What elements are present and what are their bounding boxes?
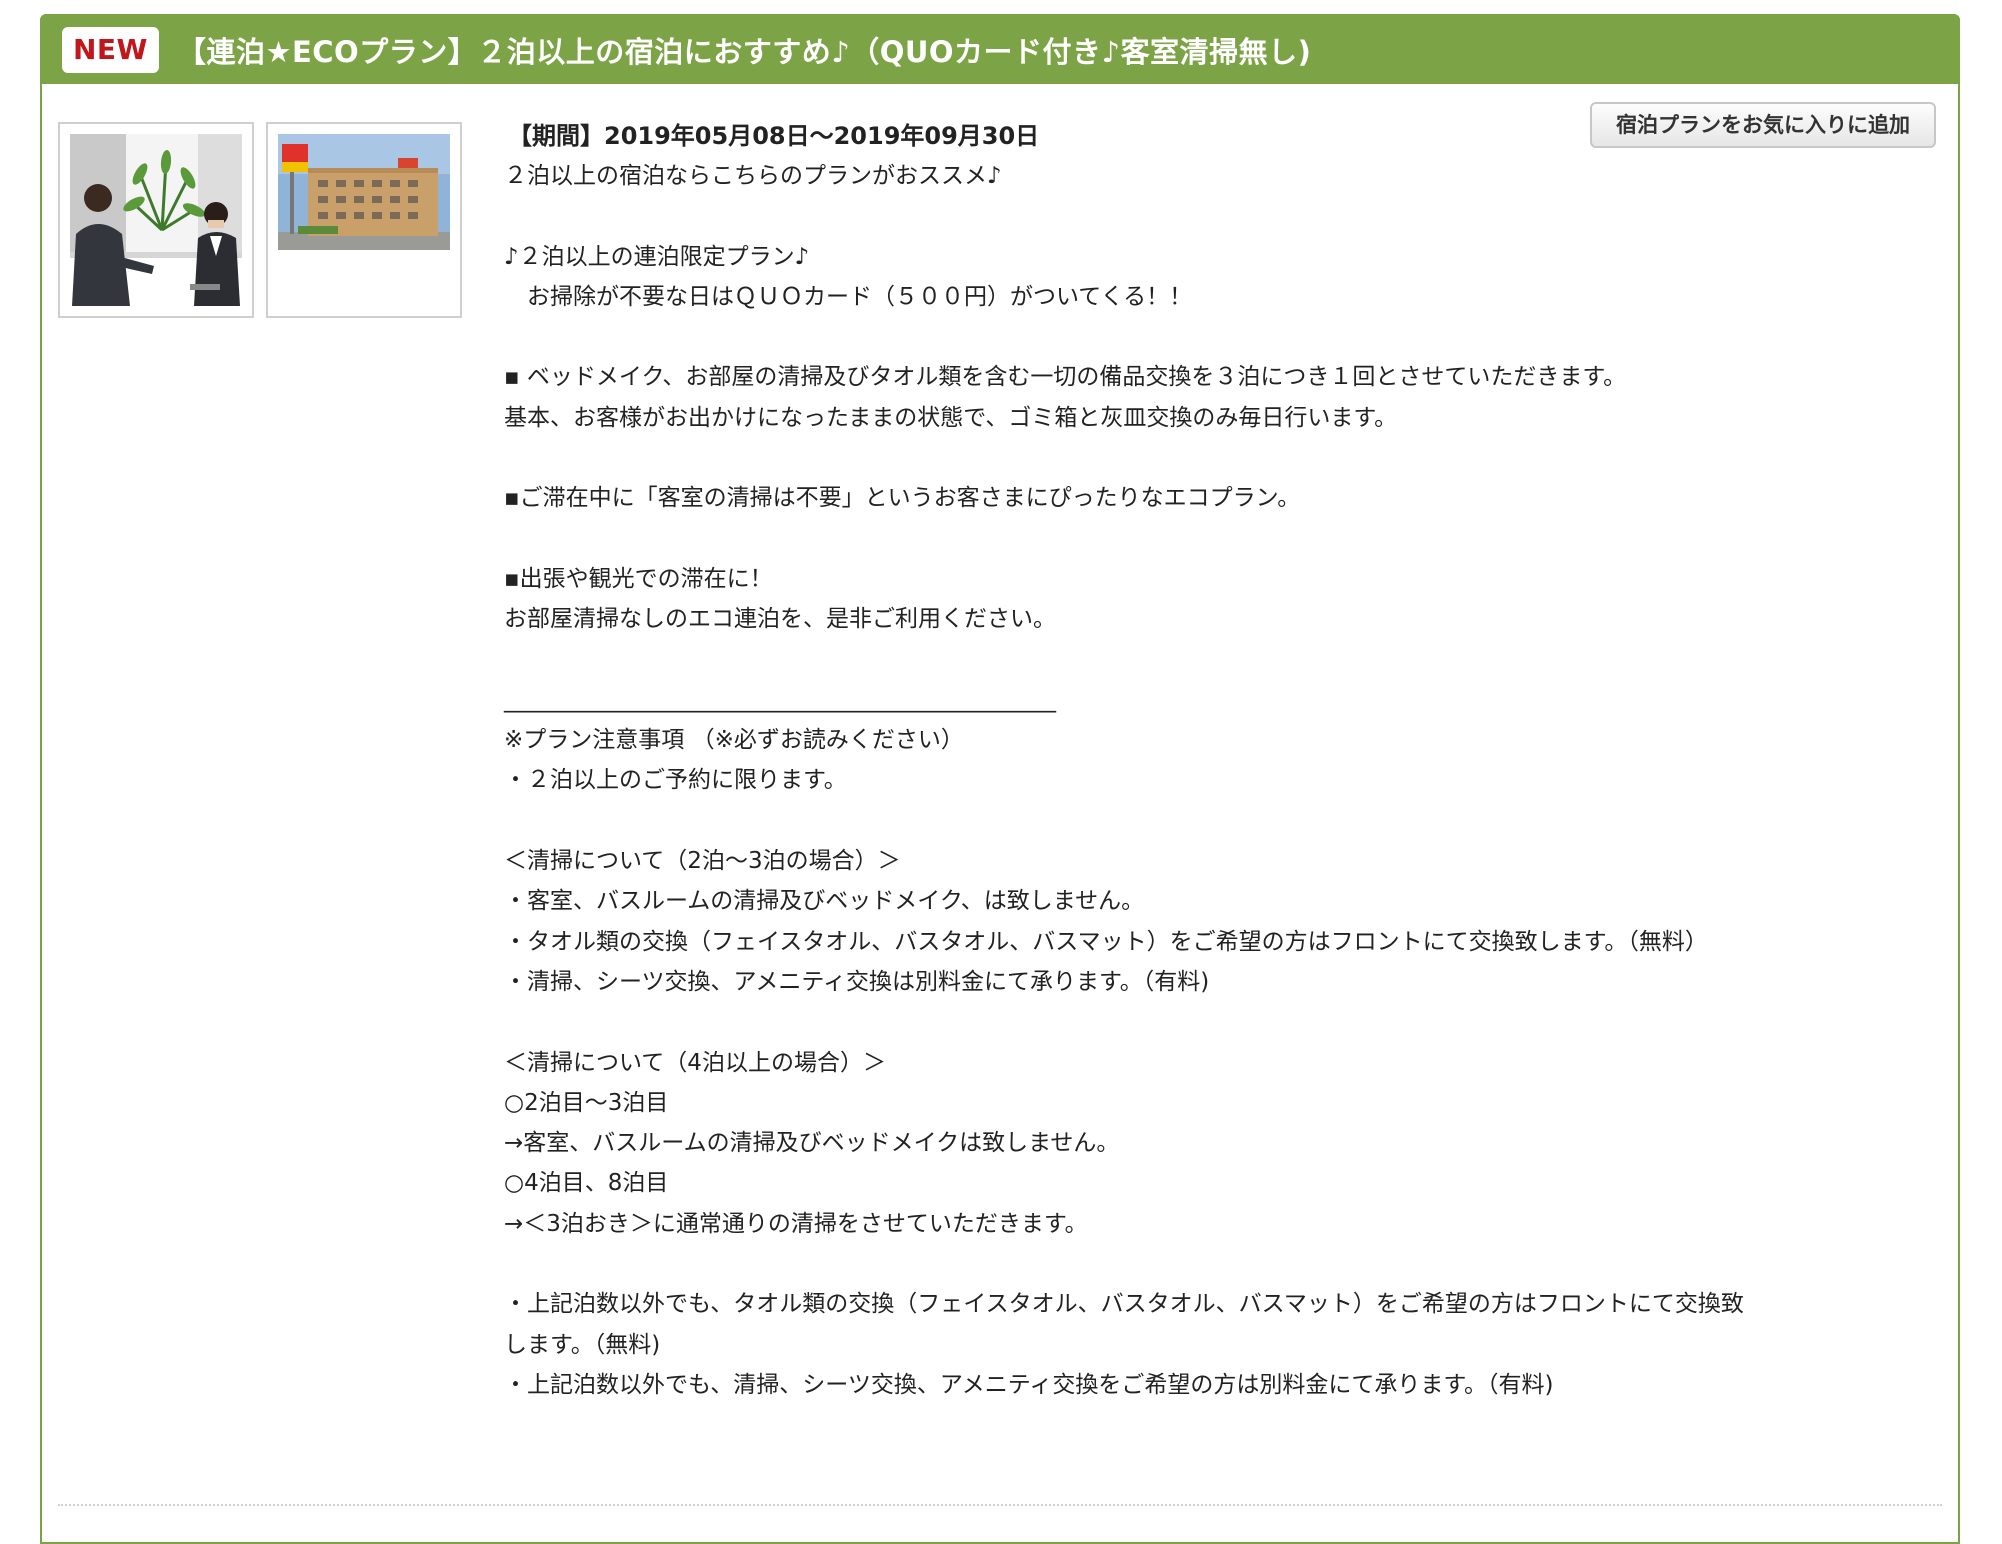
- description-line: ○4泊目、8泊目: [504, 1170, 669, 1197]
- description-line: [504, 317, 1964, 357]
- plan-title[interactable]: 【連泊★ECOプラン】２泊以上の宿泊におすすめ♪（QUOカード付き♪客室清掃無し…: [177, 29, 1311, 71]
- description-line: ・上記泊数以外でも、清掃、シーツ交換、アメニティ交換をご希望の方は別料金にて承り…: [504, 1371, 1554, 1398]
- description-line: 基本、お客様がお出かけになったままの状態で、ゴミ箱と灰皿交換のみ毎日行います。: [504, 404, 1398, 431]
- plan-header: NEW 【連泊★ECOプラン】２泊以上の宿泊におすすめ♪（QUOカード付き♪客室…: [42, 16, 1958, 84]
- description-line: ○2泊目〜3泊目: [504, 1089, 669, 1116]
- description-line: [504, 640, 1964, 680]
- description-line: [504, 1244, 1964, 1284]
- description-line: ▪ ベッドメイク、お部屋の清掃及びタオル類を含む一切の備品交換を３泊につき１回と…: [504, 364, 1627, 391]
- bottom-divider: [58, 1504, 1942, 1506]
- description-line: ・上記泊数以外でも、タオル類の交換（フェイスタオル、バスタオル、バスマット）をご…: [504, 1291, 1744, 1318]
- description-line: お掃除が不要な日はＱＵＯカード（５００円）がついてくる！！: [504, 283, 1193, 310]
- description-line: [504, 519, 1964, 559]
- plan-card: NEW 【連泊★ECOプラン】２泊以上の宿泊におすすめ♪（QUOカード付き♪客室…: [40, 14, 1960, 1544]
- description-line: [504, 438, 1964, 478]
- description-line: ▪ご滞在中に「客室の清掃は不要」というお客さまにぴったりなエコプラン。: [504, 485, 1301, 512]
- description-separator: ________________________________________…: [504, 686, 1056, 713]
- plan-description: 【期間】2019年05月08日〜2019年09月30日 ２泊以上の宿泊ならこちら…: [504, 116, 1964, 1405]
- thumbnail-front-desk[interactable]: [58, 122, 254, 318]
- description-line: ・清掃、シーツ交換、アメニティ交換は別料金にて承ります。（有料): [504, 968, 1210, 995]
- description-line: ※プラン注意事項 （※必ずお読みください）: [504, 727, 964, 754]
- description-line: [504, 1002, 1964, 1042]
- description-line: →客室、バスルームの清掃及びベッドメイクは致しません。: [504, 1130, 1120, 1157]
- description-line: ▪出張や観光での滞在に！: [504, 565, 773, 592]
- new-badge: NEW: [62, 27, 159, 73]
- plan-period: 【期間】2019年05月08日〜2019年09月30日: [508, 122, 1040, 150]
- description-line: ♪２泊以上の連泊限定プラン♪: [504, 243, 810, 270]
- description-line: ＜清掃について（2泊〜3泊の場合）＞: [504, 848, 901, 875]
- thumbnail-hotel-building[interactable]: [266, 122, 462, 318]
- description-line: お部屋清掃なしのエコ連泊を、是非ご利用ください。: [504, 606, 1056, 633]
- description-line: ２泊以上の宿泊ならこちらのプランがおススメ♪: [504, 163, 1002, 189]
- description-line: ・タオル類の交換（フェイスタオル、バスタオル、バスマット）をご希望の方はフロント…: [504, 928, 1708, 955]
- description-line: します。（無料): [504, 1331, 661, 1358]
- description-line: [504, 801, 1964, 841]
- hotel-building-photo-icon: [278, 134, 450, 250]
- description-line: ・客室、バスルームの清掃及びベッドメイク、は致しません。: [504, 888, 1145, 915]
- front-desk-photo-icon: [70, 134, 242, 306]
- description-line: →＜3泊おき＞に通常通りの清掃をさせていただきます。: [504, 1210, 1088, 1237]
- description-line: ・２泊以上のご予約に限ります。: [504, 767, 847, 794]
- description-line: [504, 196, 1964, 236]
- description-line: ＜清掃について（4泊以上の場合）＞: [504, 1049, 886, 1076]
